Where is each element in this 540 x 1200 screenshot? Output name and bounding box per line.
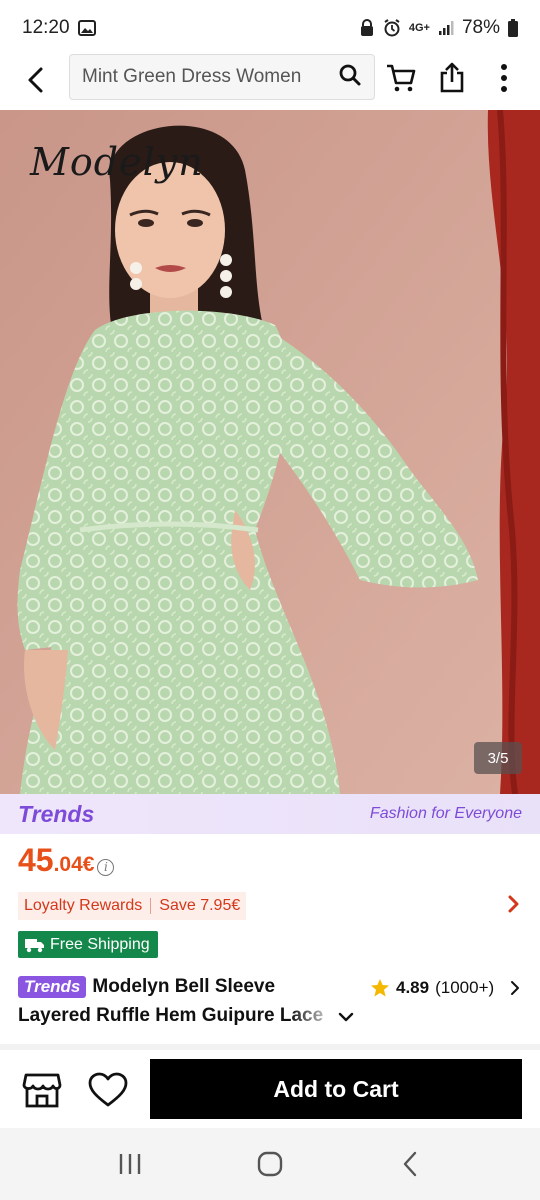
network-type: 4G+ [408,22,430,34]
free-shipping-badge: Free Shipping [18,931,158,958]
back-button[interactable] [6,52,66,108]
product-title[interactable]: Trends Modelyn Bell Sleeve [18,976,275,998]
rating-score: 4.89 [396,978,430,997]
price: 45 .04€ i [18,842,115,879]
rating[interactable]: 4.89 (1000+) [370,978,494,998]
cart-icon [387,64,416,92]
star-icon [371,979,389,997]
review-count: (1000+) [435,978,495,997]
store-icon [22,1073,62,1108]
free-shipping-label: Free Shipping [50,935,150,953]
status-bar: 12:20 4G+ 78% [0,0,540,56]
home-icon [257,1151,283,1177]
recent-apps-icon [119,1154,141,1174]
divider [150,898,152,914]
loyalty-label: Loyalty Rewards [24,897,143,914]
share-button[interactable] [432,58,472,98]
truck-icon [25,938,44,952]
trends-tag: Trends [18,976,87,998]
image-counter: 3/5 [474,742,522,774]
system-back-button[interactable] [380,1134,440,1194]
gallery-notification-icon [77,20,96,36]
system-navigation-bar [0,1128,540,1200]
wishlist-button[interactable] [86,1068,130,1112]
chevron-right-icon[interactable] [508,894,520,919]
product-title-line2: Layered Ruffle Hem Guipure Lace [18,1005,324,1026]
add-to-cart-button[interactable]: Add to Cart [150,1059,522,1119]
store-button[interactable] [20,1068,64,1112]
back-chevron-icon [403,1151,417,1177]
more-options-button[interactable] [484,58,524,98]
recent-apps-button[interactable] [100,1134,160,1194]
info-icon[interactable]: i [97,858,115,876]
back-arrow-icon [28,67,43,93]
lock-icon [359,19,375,37]
signal-icon [438,20,454,36]
bottom-action-bar: Add to Cart [0,1050,540,1128]
heart-icon [88,1072,128,1107]
battery-level: 78% [461,17,500,38]
search-query: Mint Green Dress Women [82,66,302,87]
home-button[interactable] [240,1134,300,1194]
loyalty-save: Save 7.95€ [159,897,241,914]
status-time: 12:20 [22,17,70,38]
chevron-right-icon[interactable] [510,980,520,1001]
trends-banner[interactable]: Trends Fashion for Everyone [0,794,540,834]
loyalty-rewards[interactable]: Loyalty Rewards Save 7.95€ [18,892,247,920]
share-icon [440,62,464,93]
search-icon[interactable] [338,63,362,92]
product-image-carousel[interactable]: Modelyn 3/5 [0,110,540,794]
cart-button[interactable] [381,58,421,98]
brand-logo: Modelyn [30,140,204,184]
product-title-line1: Modelyn Bell Sleeve [92,976,276,997]
chevron-down-icon[interactable] [338,1010,354,1028]
product-photo [0,110,540,794]
price-main: 45 [18,842,54,878]
battery-icon [508,19,518,37]
search-input[interactable]: Mint Green Dress Women [69,54,375,100]
trends-tagline: Fashion for Everyone [369,805,522,822]
search-header: Mint Green Dress Women [0,52,540,108]
alarm-icon [383,19,401,37]
price-cents: .04€ [53,853,95,876]
more-vertical-icon [501,64,507,92]
trends-logo: Trends [18,800,95,827]
